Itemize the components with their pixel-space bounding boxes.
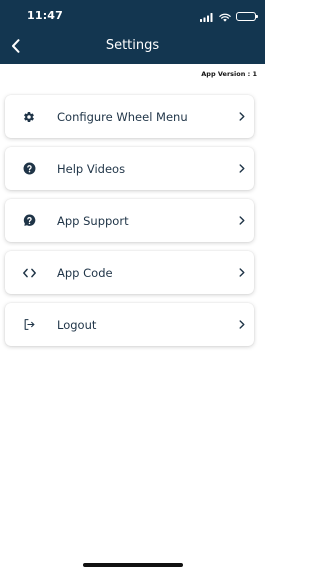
battery-icon [236, 11, 258, 21]
wifi-icon [219, 7, 231, 26]
menu-item-help-videos[interactable]: Help Videos [5, 147, 254, 190]
menu-item-label: App Support [57, 213, 129, 228]
signal-icon [200, 7, 214, 26]
menu-item-label: Logout [57, 317, 97, 332]
menu-item-configure-wheel-menu[interactable]: Configure Wheel Menu [5, 95, 254, 138]
status-icons [200, 10, 258, 22]
chevron-right-icon [238, 216, 246, 226]
code-icon [22, 266, 36, 280]
chevron-right-icon [238, 164, 246, 174]
chevron-right-icon [238, 320, 246, 330]
menu-item-logout[interactable]: Logout [5, 303, 254, 346]
gear-icon [22, 110, 36, 124]
question-chat-icon [22, 214, 36, 228]
menu-item-label: Configure Wheel Menu [57, 109, 188, 124]
menu-item-app-code[interactable]: App Code [5, 251, 254, 294]
menu-item-app-support[interactable]: App Support [5, 199, 254, 242]
logout-icon [22, 318, 36, 332]
status-time: 11:47 [27, 9, 64, 22]
app-version-label: App Version : 1 [201, 70, 257, 78]
menu-item-label: App Code [57, 265, 113, 280]
app-header: 11:47 Settings [0, 0, 265, 64]
home-indicator[interactable] [83, 563, 183, 567]
menu-item-label: Help Videos [57, 161, 126, 176]
chevron-right-icon [238, 268, 246, 278]
page-title: Settings [105, 38, 160, 53]
chevron-right-icon [238, 112, 246, 122]
settings-menu: Configure Wheel Menu Help Videos App Sup… [5, 95, 254, 355]
question-circle-icon [22, 162, 36, 176]
